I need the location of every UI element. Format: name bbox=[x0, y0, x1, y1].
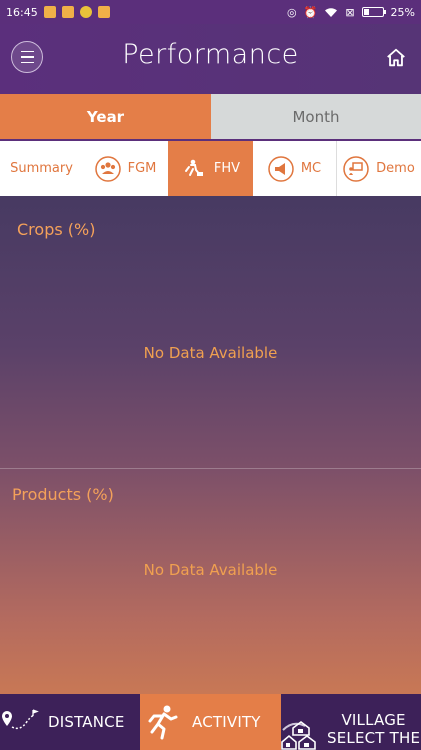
battery-icon bbox=[361, 7, 386, 17]
performance-content: Crops (%) No Data Available Products (%)… bbox=[0, 196, 421, 694]
wifi-icon bbox=[325, 7, 338, 17]
tab-fgm-label: FGM bbox=[127, 161, 157, 176]
notification-app-icon bbox=[43, 6, 56, 18]
status-time: 16:45 bbox=[6, 5, 38, 19]
crops-section-title: Crops (%) bbox=[17, 220, 96, 239]
presentation-icon bbox=[343, 155, 369, 182]
map-pin-route-icon bbox=[2, 709, 39, 730]
products-empty-message: No Data Available bbox=[143, 561, 278, 579]
tab-mc[interactable]: MC bbox=[253, 141, 337, 196]
tab-summary-label: Summary bbox=[10, 161, 73, 176]
nav-distance[interactable]: DISTANCE bbox=[0, 694, 140, 750]
nav-activity[interactable]: ACTIVITY bbox=[140, 694, 281, 750]
section-divider bbox=[0, 468, 421, 469]
nav-distance-label: DISTANCE bbox=[48, 713, 125, 731]
village-houses-icon bbox=[281, 721, 316, 750]
farmer-visit-icon bbox=[184, 159, 203, 176]
tab-month[interactable]: Month bbox=[211, 94, 421, 139]
app-bar: Performance bbox=[0, 24, 421, 94]
tab-fhv-label: FHV bbox=[213, 161, 241, 176]
chrome-icon bbox=[79, 6, 92, 18]
running-icon bbox=[148, 705, 178, 740]
alarm-off-icon: ⏰ bbox=[303, 5, 318, 19]
battery-percent: 25% bbox=[390, 5, 415, 19]
group-icon bbox=[94, 155, 121, 182]
tab-year[interactable]: Year bbox=[0, 94, 211, 139]
page-title: Performance bbox=[122, 39, 299, 70]
status-bar: 16:45 ◎ ⏰ ⊠ 25% bbox=[0, 0, 421, 24]
tab-fgm[interactable]: FGM bbox=[83, 141, 168, 196]
nav-village-sublabel: SELECT THE bbox=[327, 729, 421, 747]
nav-activity-label: ACTIVITY bbox=[192, 713, 261, 731]
nav-village-label: VILLAGE bbox=[341, 711, 406, 729]
data-saver-icon: ◎ bbox=[287, 5, 297, 19]
tab-demo[interactable]: Demo bbox=[337, 141, 421, 196]
activity-type-tabs: Summary FGM FHV MC Demo bbox=[0, 139, 421, 196]
products-section-title: Products (%) bbox=[12, 485, 114, 504]
megaphone-icon bbox=[268, 155, 294, 182]
notification-app-icon bbox=[61, 6, 74, 18]
period-tabs: Year Month bbox=[0, 94, 421, 139]
notification-app-icon bbox=[97, 6, 110, 18]
tab-fhv[interactable]: FHV bbox=[168, 141, 253, 196]
bottom-navigation: DISTANCE ACTIVITY VILLAGE SELECT THE bbox=[0, 694, 421, 750]
status-icons: ◎ ⏰ ⊠ 25% bbox=[287, 6, 415, 19]
tab-summary[interactable]: Summary bbox=[0, 141, 83, 196]
crops-empty-message: No Data Available bbox=[143, 344, 278, 362]
tab-mc-label: MC bbox=[300, 161, 322, 176]
nav-village[interactable]: VILLAGE SELECT THE bbox=[281, 694, 421, 750]
tab-demo-label: Demo bbox=[376, 161, 415, 176]
no-sim-icon: ⊠ bbox=[345, 5, 355, 19]
home-icon[interactable] bbox=[385, 47, 407, 69]
